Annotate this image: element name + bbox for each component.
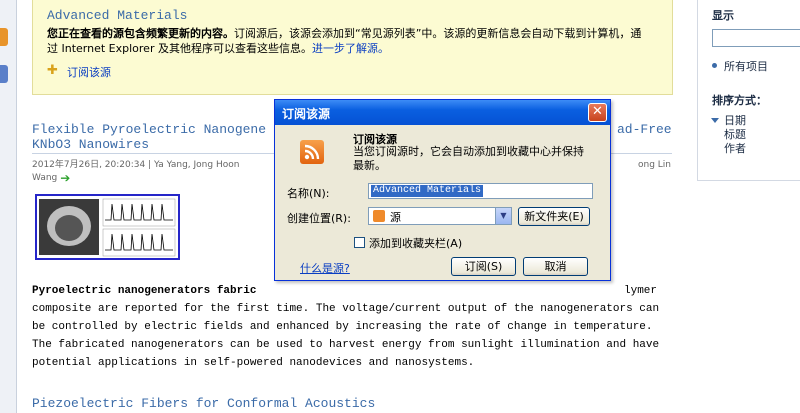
subscribe-dialog: 订阅该源 ✕ 订阅该源 当您订阅源时，它会自动添加到收藏中心并保持最新。 名称(… [274, 99, 611, 281]
article-meta-line2: Wang ➔ [32, 171, 70, 185]
learn-more-link[interactable]: 进一步了解源。 [312, 42, 389, 55]
bullet-icon [712, 63, 717, 68]
sort-author[interactable]: 作者 [724, 140, 746, 156]
article-summary: Pyroelectric nanogenerators fabric lymer … [32, 282, 672, 372]
favorites-icon[interactable] [0, 28, 8, 46]
feed-info-text: 您正在查看的源包含频繁更新的内容。订阅源后，该源会添加到“常见源列表”中。该源的… [47, 26, 647, 56]
article-meta-text: 2012年7月26日, 20:20:34 | Ya Yang, Jong Hoo… [32, 160, 240, 170]
feed-info-bar: Advanced Materials 您正在查看的源包含频繁更新的内容。订阅源后… [32, 0, 673, 95]
close-button[interactable]: ✕ [588, 103, 607, 122]
article-title-line1: Flexible Pyroelectric Nanogene [32, 122, 267, 137]
go-arrow-icon[interactable]: ➔ [60, 171, 70, 185]
dialog-description: 当您订阅源时，它会自动添加到收藏中心并保持最新。 [353, 145, 584, 172]
feeds-icon[interactable] [0, 65, 8, 83]
article-summary-lead-right: lymer [624, 285, 658, 297]
add-to-favorites-bar-label: 添加到收藏夹栏(A) [369, 237, 463, 250]
article-summary-text: composite are reported for the first tim… [32, 303, 660, 369]
all-items-link[interactable]: 所有项目 [724, 58, 768, 74]
cancel-button[interactable]: 取消 [523, 257, 588, 276]
article-meta-right: ong Lin [638, 160, 672, 170]
location-label: 创建位置(R): [287, 212, 351, 225]
name-label: 名称(N): [287, 187, 330, 200]
dialog-title: 订阅该源 [282, 107, 331, 121]
dialog-titlebar[interactable]: 订阅该源 ✕ [275, 100, 610, 125]
rss-feed-icon [300, 140, 324, 164]
subscribe-link-label: 订阅该源 [67, 66, 111, 79]
filter-input[interactable] [712, 29, 800, 47]
feed-sidebar: 显示 所有项目 排序方式： 日期 标题 作者 [697, 0, 800, 181]
left-toolbar-strip [0, 0, 17, 413]
add-to-favorites-bar-checkbox[interactable] [354, 237, 365, 248]
sort-heading: 排序方式： [712, 94, 767, 107]
location-value: 源 [390, 211, 401, 224]
article-thumbnail[interactable] [35, 194, 180, 260]
sort-desc-icon [711, 118, 719, 123]
display-heading: 显示 [712, 9, 734, 22]
article2-title[interactable]: Piezoelectric Fibers for Conformal Acous… [32, 396, 375, 411]
info-bold-text: 您正在查看的源包含频繁更新的内容。 [47, 27, 234, 40]
subscribe-feed-link[interactable]: 订阅该源 [47, 63, 111, 80]
article-title-line1-right: ad-Free [617, 122, 672, 137]
what-is-feed-link[interactable]: 什么是源? [300, 260, 350, 276]
location-select[interactable]: 源 ▼ [368, 207, 512, 225]
new-folder-button[interactable]: 新文件夹(E) [518, 207, 590, 226]
article-author-last: Wang [32, 173, 58, 183]
close-icon: ✕ [592, 104, 603, 119]
feed-name-input[interactable]: Advanced Materials [368, 183, 593, 199]
chevron-down-icon[interactable]: ▼ [495, 208, 511, 224]
feeds-folder-icon [373, 210, 385, 222]
add-feed-icon [47, 63, 61, 79]
thumbnail-figure [39, 198, 176, 257]
feed-name-value: Advanced Materials [371, 185, 484, 197]
feed-title: Advanced Materials [47, 8, 188, 23]
article-summary-lead: Pyroelectric nanogenerators fabric [32, 285, 257, 297]
subscribe-button[interactable]: 订阅(S) [451, 257, 516, 276]
